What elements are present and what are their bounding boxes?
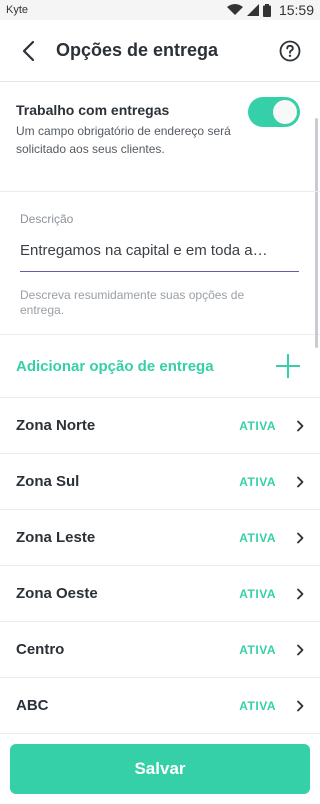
- description-input[interactable]: Entregamos na capital e em toda a…: [20, 242, 299, 272]
- help-button[interactable]: [260, 20, 320, 82]
- chevron-right-icon: [296, 644, 304, 656]
- carrier-label: Kyte: [6, 4, 29, 16]
- question-circle-icon: [279, 40, 301, 61]
- add-delivery-option-label: Adicionar opção de entrega: [16, 357, 214, 375]
- description-hint: Descreva resumidamente suas opções de en…: [20, 288, 245, 317]
- zone-row[interactable]: Centro ATIVA: [0, 622, 320, 678]
- delivery-toggle-section: Trabalho com entregas Um campo obrigatór…: [0, 82, 320, 192]
- signal-icon: [246, 4, 259, 16]
- zone-name: Zona Oeste: [16, 585, 98, 602]
- plus-icon: [276, 354, 300, 378]
- chevron-right-icon: [296, 532, 304, 544]
- chevron-right-icon: [296, 476, 304, 488]
- zone-name: Zona Norte: [16, 417, 96, 434]
- zone-status-badge: ATIVA: [239, 418, 276, 433]
- zone-name: Zona Sul: [16, 473, 80, 490]
- footer: Salvar: [0, 734, 320, 804]
- battery-icon: [262, 3, 271, 17]
- back-button[interactable]: [0, 20, 56, 82]
- chevron-right-icon: [296, 700, 304, 712]
- zone-status-badge: ATIVA: [239, 586, 276, 601]
- zone-name: Zona Leste: [16, 529, 96, 546]
- content-scroll-area[interactable]: Trabalho com entregas Um campo obrigatór…: [0, 82, 320, 734]
- zone-name: ABC: [16, 697, 49, 714]
- zone-status-badge: ATIVA: [239, 642, 276, 657]
- arrow-left-icon: [22, 40, 35, 61]
- zone-row[interactable]: Zona Norte ATIVA: [0, 398, 320, 454]
- switch-knob: [273, 100, 297, 124]
- clock: 15:59: [278, 2, 314, 18]
- zone-status-badge: ATIVA: [239, 698, 276, 713]
- delivery-toggle-description: Um campo obrigatório de endereço será so…: [16, 124, 231, 156]
- page-title: Opções de entrega: [56, 40, 219, 60]
- description-label: Descrição: [20, 212, 74, 226]
- zone-status-badge: ATIVA: [239, 474, 276, 489]
- delivery-toggle-switch[interactable]: [248, 97, 300, 127]
- status-bar: Kyte 15:59: [0, 0, 320, 20]
- description-section: Descrição Entregamos na capital e em tod…: [0, 192, 320, 335]
- chevron-right-icon: [296, 588, 304, 600]
- add-delivery-option-button[interactable]: Adicionar opção de entrega: [0, 335, 320, 398]
- wifi-icon: [226, 4, 243, 15]
- zone-row[interactable]: Zona Sul ATIVA: [0, 454, 320, 510]
- zone-row[interactable]: ABC ATIVA: [0, 678, 320, 734]
- app-header: Opções de entrega: [0, 20, 320, 82]
- zone-list: Zona Norte ATIVA Zona Sul ATIVA Zona Leste AT…: [0, 398, 320, 734]
- status-icons: 15:59: [226, 2, 314, 18]
- save-button[interactable]: Salvar: [10, 744, 310, 794]
- chevron-right-icon: [296, 420, 304, 432]
- zone-row[interactable]: Zona Leste ATIVA: [0, 510, 320, 566]
- zone-name: Centro: [16, 641, 65, 658]
- zone-status-badge: ATIVA: [239, 530, 276, 545]
- zone-row[interactable]: Zona Oeste ATIVA: [0, 566, 320, 622]
